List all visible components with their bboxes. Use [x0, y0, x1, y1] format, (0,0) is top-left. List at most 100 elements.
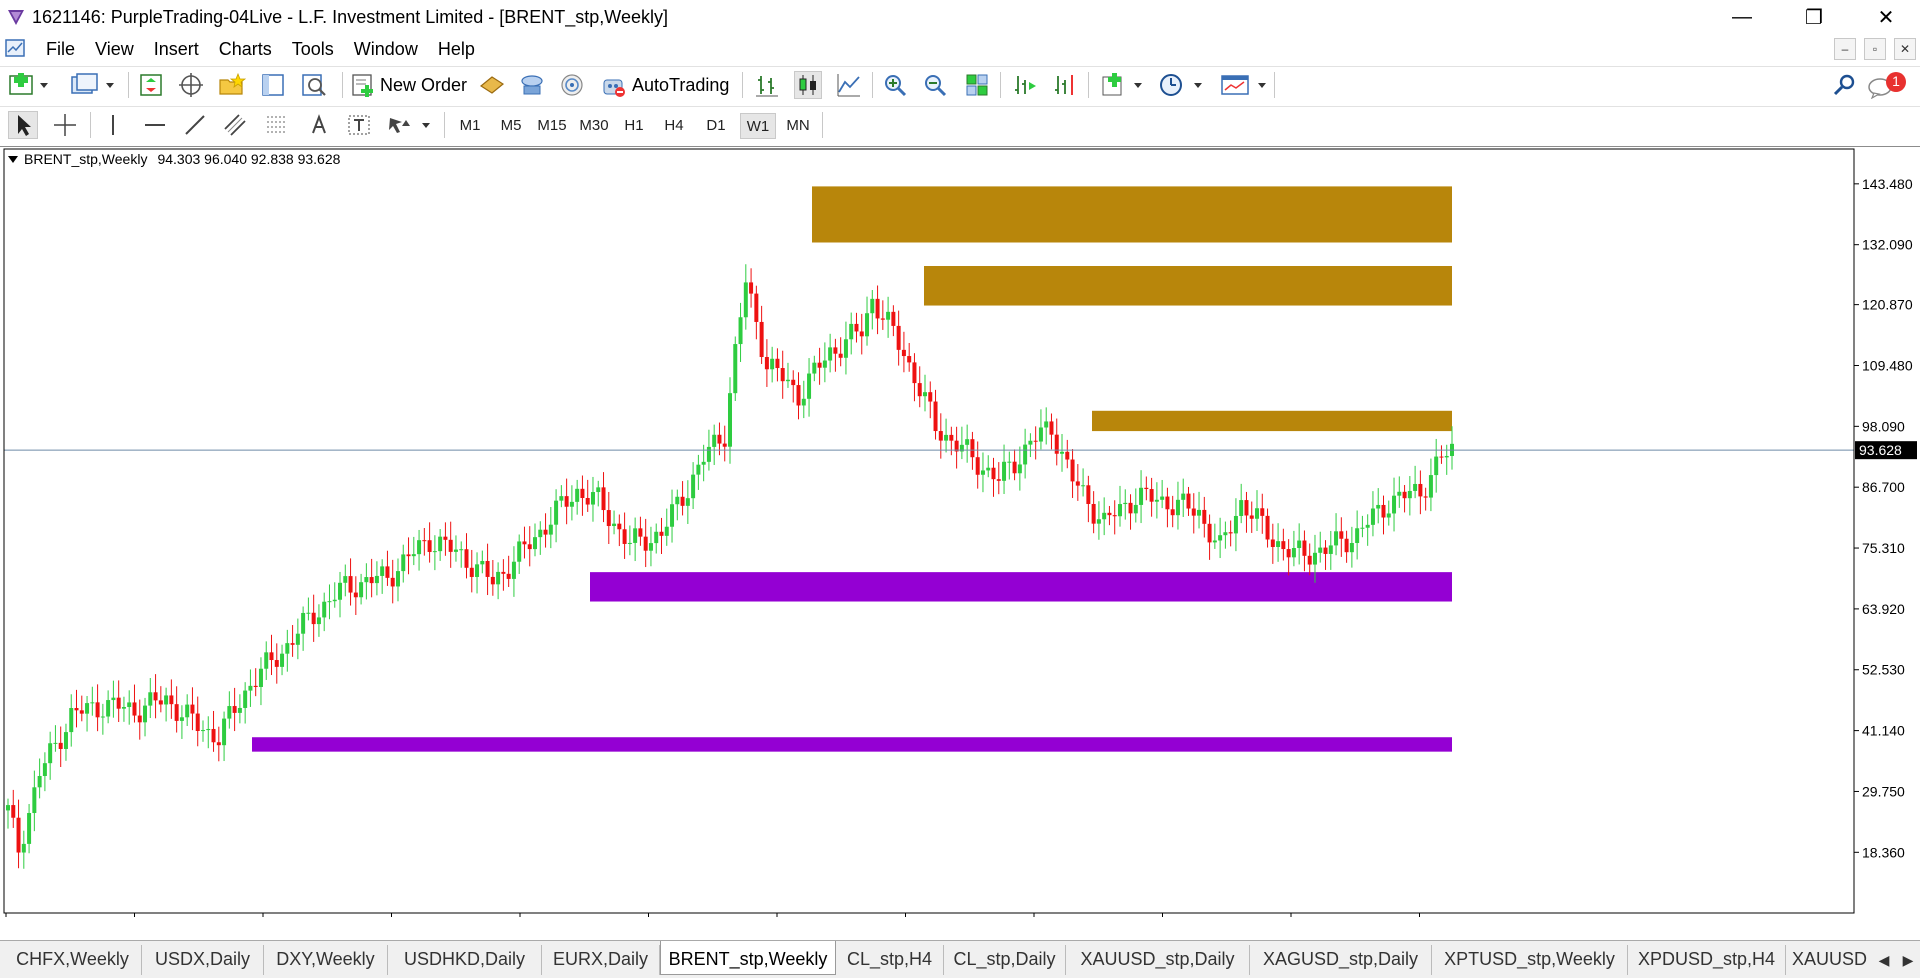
timeframe-h1-button[interactable]: H1 — [616, 113, 652, 139]
candle-body — [1023, 444, 1028, 465]
terminal-button[interactable] — [260, 71, 286, 99]
timeframe-d1-button[interactable]: D1 — [698, 113, 734, 139]
timeframe-m15-button[interactable]: M15 — [532, 113, 572, 139]
tile-windows-button[interactable] — [964, 71, 990, 99]
tab-xauusd-stp-daily[interactable]: XAUUSD_stp,Daily — [1066, 945, 1250, 975]
menu-window[interactable]: Window — [344, 34, 428, 64]
candle-body — [343, 576, 348, 583]
tab-usdhkd-daily[interactable]: USDHKD,Daily — [388, 945, 542, 975]
timeframe-h4-button[interactable]: H4 — [656, 113, 692, 139]
signals-button[interactable] — [518, 71, 546, 99]
tab-chfx-weekly[interactable]: CHFX,Weekly — [4, 945, 142, 975]
tab-scroll-right-icon[interactable]: ▶ — [1903, 952, 1914, 969]
price-axis-label: 132.090 — [1862, 237, 1913, 253]
mdi-close-button[interactable]: ✕ — [1894, 38, 1916, 60]
crosshair-button[interactable] — [52, 111, 78, 139]
line-chart-button[interactable] — [836, 71, 862, 99]
minimize-button[interactable]: — — [1706, 0, 1778, 34]
tab-cl-stp-h4[interactable]: CL_stp,H4 — [836, 945, 944, 975]
arrows-button[interactable] — [386, 111, 434, 139]
market-watch-button[interactable] — [138, 71, 164, 99]
supply-zone[interactable] — [1092, 410, 1452, 432]
indicators-button[interactable] — [1100, 71, 1144, 99]
candle-body — [738, 317, 743, 345]
timeframe-m30-button[interactable]: M30 — [574, 113, 614, 139]
zoom-out-button[interactable] — [922, 71, 948, 99]
candle-body — [222, 718, 227, 746]
tab-xauusd-partial[interactable]: XAUUSD — [1786, 945, 1868, 975]
vps-button[interactable] — [558, 71, 586, 99]
text-button[interactable] — [306, 111, 332, 139]
bar-chart-button[interactable] — [754, 71, 780, 99]
chart-window[interactable]: 93.628 143.480 132.090 120.870 109.480 98.09… — [0, 146, 1920, 917]
chart-document-icon[interactable] — [4, 38, 28, 60]
candle-body — [169, 695, 174, 705]
menu-charts[interactable]: Charts — [209, 34, 282, 64]
menu-file[interactable]: File — [36, 34, 85, 64]
mdi-restore-button[interactable]: ▫ — [1864, 38, 1886, 60]
terminal-panel-icon — [262, 74, 284, 96]
tab-xptusd-stp-weekly[interactable]: XPTUSD_stp,Weekly — [1432, 945, 1628, 975]
candle-body — [722, 443, 727, 447]
candle-body — [1386, 513, 1391, 518]
trendline-button[interactable] — [182, 111, 208, 139]
candle-body — [717, 434, 722, 444]
tab-scroll-left-icon[interactable]: ◀ — [1879, 952, 1890, 969]
autotrading-button[interactable]: AutoTrading — [600, 71, 729, 99]
cursor-button[interactable] — [8, 111, 38, 139]
candle-body — [274, 660, 279, 667]
tab-xagusd-stp-daily[interactable]: XAGUSD_stp,Daily — [1250, 945, 1432, 975]
equidistant-channel-button[interactable] — [222, 111, 250, 139]
menu-help[interactable]: Help — [428, 34, 485, 64]
zoom-in-button[interactable] — [882, 71, 908, 99]
candle-body — [1096, 519, 1101, 524]
demand-zone[interactable] — [252, 737, 1452, 752]
timeframe-m1-button[interactable]: M1 — [452, 113, 488, 139]
auto-scroll-button[interactable] — [1012, 71, 1038, 99]
fibonacci-button[interactable] — [264, 111, 292, 139]
text-label-button[interactable] — [346, 111, 372, 139]
trendline-icon — [185, 115, 205, 135]
chart-shift-button[interactable] — [1052, 71, 1078, 99]
new-order-button[interactable]: New Order — [350, 71, 467, 99]
horizontal-line-button[interactable] — [142, 111, 168, 139]
vertical-line-button[interactable] — [100, 111, 126, 139]
price-chart[interactable]: 93.628 143.480 132.090 120.870 109.480 98.09… — [0, 147, 1920, 917]
timeframe-m5-button[interactable]: M5 — [492, 113, 530, 139]
tab-eurx-daily[interactable]: EURX,Daily — [542, 945, 660, 975]
profiles-button[interactable] — [70, 71, 116, 99]
timeframe-mn-button[interactable]: MN — [780, 113, 816, 139]
supply-zone[interactable] — [812, 186, 1452, 243]
tab-brent-stp-weekly[interactable]: BRENT_stp,Weekly — [660, 941, 836, 975]
tab-usdx-daily[interactable]: USDX,Daily — [142, 945, 264, 975]
menu-insert[interactable]: Insert — [144, 34, 209, 64]
mdi-minimize-button[interactable]: – — [1834, 38, 1856, 60]
navigator-button[interactable] — [218, 71, 246, 99]
candle-body — [48, 743, 53, 764]
text-label-icon — [348, 115, 370, 135]
tab-xpdusd-stp-h4[interactable]: XPDUSD_stp,H4 — [1628, 945, 1786, 975]
candle-body — [1175, 499, 1180, 516]
maximize-button[interactable]: ❐ — [1778, 0, 1850, 34]
menu-view[interactable]: View — [85, 34, 144, 64]
tab-dxy-weekly[interactable]: DXY,Weekly — [264, 945, 388, 975]
candle-body — [1370, 508, 1375, 525]
metaeditor-button[interactable] — [478, 71, 506, 99]
candle-body — [1281, 541, 1286, 550]
menu-tools[interactable]: Tools — [282, 34, 344, 64]
tab-cl-stp-daily[interactable]: CL_stp,Daily — [944, 945, 1066, 975]
data-window-button[interactable] — [178, 71, 204, 99]
chart-menu-triangle-icon[interactable] — [8, 155, 18, 163]
search-button[interactable] — [1832, 71, 1858, 99]
close-button[interactable]: ✕ — [1850, 0, 1920, 34]
timeframe-w1-button[interactable]: W1 — [740, 113, 776, 139]
supply-zone[interactable] — [924, 266, 1452, 306]
strategy-tester-button[interactable] — [300, 71, 328, 99]
candle-body — [606, 510, 611, 527]
demand-zone[interactable] — [590, 572, 1452, 602]
new-chart-button[interactable] — [8, 71, 50, 99]
templates-button[interactable] — [1220, 71, 1268, 99]
notifications-button[interactable]: 1 — [1866, 71, 1912, 99]
periods-button[interactable] — [1158, 71, 1204, 99]
candlestick-chart-button[interactable] — [794, 71, 822, 99]
